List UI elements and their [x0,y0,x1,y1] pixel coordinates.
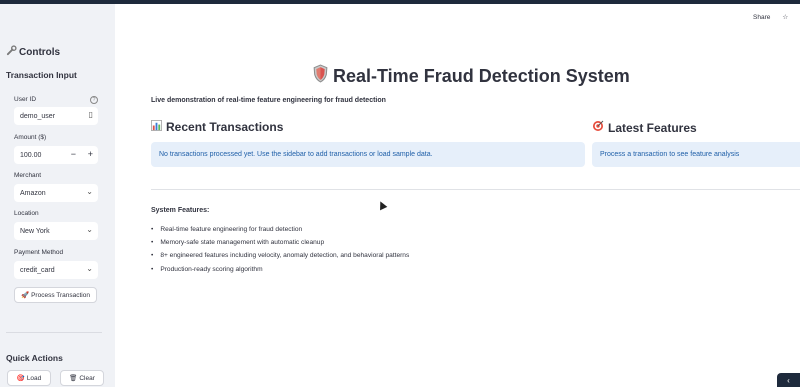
mouse-cursor [376,199,388,211]
target-icon: 🎯 [16,375,25,382]
sidebar-title: Controls [6,45,60,59]
header-actions: Share ☆ ✎ [753,13,800,22]
list-item: Real-time feature engineering for fraud … [151,223,409,236]
increment-button[interactable]: + [88,149,93,159]
decrement-button[interactable]: − [71,149,76,159]
bar-chart-icon [151,120,162,134]
load-sample-button[interactable]: 🎯 Load [7,370,51,386]
sidebar-divider [6,332,102,333]
location-label: Location [14,210,39,217]
payment-method-label: Payment Method [14,249,64,256]
top-decoration-bar [0,0,800,4]
rocket-icon: 🚀 [21,292,30,299]
payment-method-select[interactable]: credit_card ⌄ [14,261,98,279]
chevron-down-icon: ⌄ [86,225,93,234]
target-icon [592,120,604,135]
trash-icon: 🗑 [69,375,78,382]
sidebar: Controls Transaction Input User ID ? dem… [0,4,115,387]
merchant-select[interactable]: Amazon ⌄ [14,184,98,202]
latest-features-heading: Latest Features [592,120,697,135]
share-button[interactable]: Share [753,14,770,21]
latest-features-info: Process a transaction to see feature ana… [592,142,800,167]
system-features-heading: System Features: [151,207,210,214]
list-item: Memory-safe state management with automa… [151,236,409,249]
clear-button[interactable]: 🗑 Clear [60,370,104,386]
user-id-label: User ID [14,96,37,103]
location-select[interactable]: New York ⌄ [14,222,98,240]
section-divider [151,189,800,190]
help-icon[interactable]: ? [90,96,98,104]
list-item: Production-ready scoring algorithm [151,263,409,276]
chevron-down-icon: ⌄ [86,264,93,273]
wrench-icon [6,45,17,59]
page-subtitle: Live demonstration of real-time feature … [151,97,386,104]
collapse-button[interactable]: ‹ [777,373,800,387]
chevron-down-icon: ⌄ [86,187,93,196]
page-title: Real-Time Fraud Detection System [312,64,630,88]
amount-label: Amount ($) [14,134,47,141]
merchant-label: Merchant [14,172,42,179]
system-features-list: Real-time feature engineering for fraud … [151,223,409,276]
star-icon[interactable]: ☆ [782,13,788,21]
quick-actions-heading: Quick Actions [6,353,63,363]
transaction-input-heading: Transaction Input [6,70,77,80]
amount-stepper[interactable]: 100.00 − + [14,146,98,164]
recent-transactions-info: No transactions processed yet. Use the s… [151,142,585,167]
process-transaction-button[interactable]: 🚀 Process Transaction [14,287,97,303]
autofill-icon: ▯ [88,110,93,119]
list-item: 8+ engineered features including velocit… [151,249,409,262]
shield-icon [312,64,329,88]
user-id-input[interactable]: demo_user ▯ [14,107,98,125]
chevron-left-icon: ‹ [787,375,790,385]
recent-transactions-heading: Recent Transactions [151,120,283,134]
